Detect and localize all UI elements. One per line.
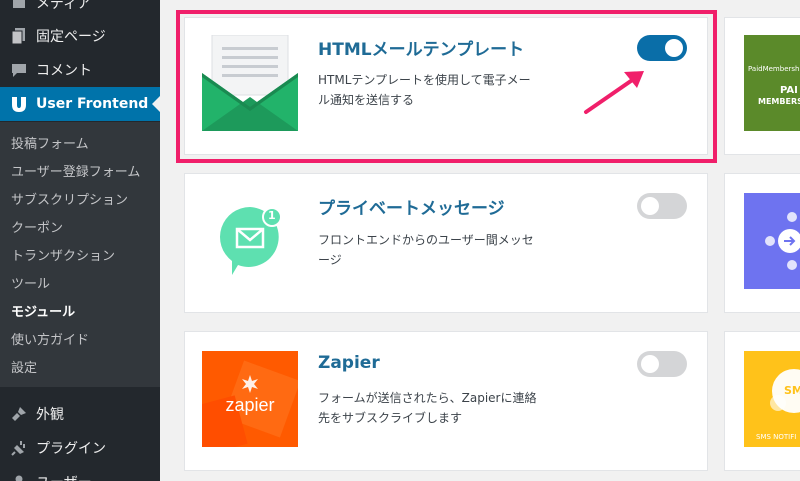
user-frontend-submenu: 投稿フォーム ユーザー登録フォーム サブスクリプション クーポン トランザクショ… [0, 122, 160, 387]
comment-icon [8, 60, 30, 80]
menu-item-pages[interactable]: 固定ページ [0, 19, 160, 53]
private-message-icon: 1 [202, 193, 298, 289]
zapier-logo-text: zapier [225, 395, 275, 415]
notification-badge: 1 [268, 209, 276, 222]
social-login-icon [744, 193, 800, 289]
admin-sidebar: メディア 固定ページ コメント User Frontend 投稿フォーム ユーザ… [0, 0, 160, 481]
submenu-item-tools[interactable]: ツール [11, 273, 50, 292]
menu-item-label: メディア [36, 0, 92, 12]
menu-item-label: プラグイン [36, 441, 106, 457]
toggle-knob [641, 355, 659, 373]
brand-subtitle: MEMBERSHI [758, 97, 800, 106]
menu-item-label: 外観 [36, 407, 64, 423]
active-indicator [152, 96, 160, 112]
module-description-line: フォームが送信されたら、Zapierに連絡 [318, 391, 537, 405]
menu-item-users[interactable]: ユーザー [0, 465, 160, 481]
highlight-frame [176, 10, 717, 163]
toggle-knob [641, 197, 659, 215]
module-description-line: 先をサブスクライブします [318, 411, 463, 425]
paid-membership-logo: PaidMembership PAI MEMBERSHI [744, 35, 800, 131]
module-toggle-private-message[interactable] [637, 193, 687, 219]
brand-text: PaidMembership [748, 65, 800, 73]
appearance-icon [8, 404, 30, 424]
submenu-item-coupons[interactable]: クーポン [11, 217, 63, 236]
module-toggle-zapier[interactable] [637, 351, 687, 377]
zapier-logo: zapier [202, 351, 298, 447]
submenu-item-registration-forms[interactable]: ユーザー登録フォーム [11, 161, 140, 180]
menu-item-appearance[interactable]: 外観 [0, 397, 160, 431]
users-icon [8, 472, 30, 481]
sms-caption: SMS NOTIFI [756, 433, 797, 441]
module-description-line: ージ [318, 253, 342, 267]
brand-title: PAI [780, 85, 798, 96]
submenu-item-settings[interactable]: 設定 [11, 357, 37, 376]
menu-item-plugins[interactable]: プラグイン [0, 431, 160, 465]
sms-notification-logo: SMS SMS NOTIFI [744, 351, 800, 447]
menu-item-label: 固定ページ [36, 29, 106, 45]
module-title: プライベートメッセージ [318, 199, 505, 219]
media-icon [8, 0, 30, 13]
menu-item-comments[interactable]: コメント [0, 53, 160, 87]
module-description: フロントエンドからのユーザー間メッセ ージ [318, 230, 534, 270]
submenu-item-modules[interactable]: モジュール [11, 301, 75, 320]
module-description: フォームが送信されたら、Zapierに連絡 先をサブスクライブします [318, 388, 536, 428]
submenu-item-post-forms[interactable]: 投稿フォーム [11, 133, 89, 152]
menu-item-label: User Frontend [36, 96, 149, 112]
submenu-item-subscriptions[interactable]: サブスクリプション [11, 189, 128, 208]
user-frontend-icon [8, 94, 30, 114]
submenu-item-transactions[interactable]: トランザクション [11, 245, 115, 264]
menu-item-user-frontend[interactable]: User Frontend [0, 87, 160, 121]
sms-icon: SMS [784, 384, 800, 397]
module-description-line: フロントエンドからのユーザー間メッセ [318, 233, 534, 247]
menu-item-media[interactable]: メディア [0, 0, 160, 20]
menu-item-label: コメント [36, 63, 92, 79]
plugin-icon [8, 438, 30, 458]
submenu-item-help[interactable]: 使い方ガイド [11, 329, 89, 348]
page-icon [8, 26, 30, 46]
module-title: Zapier [318, 353, 380, 373]
menu-item-label: ユーザー [36, 472, 92, 481]
